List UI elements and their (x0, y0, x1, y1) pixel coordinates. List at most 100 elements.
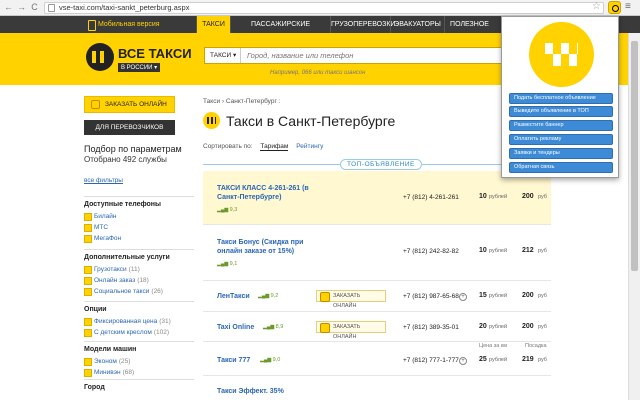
price-boarding: 200 (522, 292, 534, 299)
address-url: vse-taxi.com/taxi-sankt_peterburg.aspx (59, 3, 190, 12)
browser-toolbar: ← → C vse-taxi.com/taxi-sankt_peterburg.… (0, 0, 640, 16)
taxi-name-link[interactable]: ЛенТакси (217, 292, 250, 301)
expand-phone-icon[interactable]: + (459, 293, 467, 301)
back-button[interactable]: ← (3, 2, 14, 13)
phone-number[interactable]: +7 (812) 777-1-777 (403, 357, 459, 364)
page-scrollbar[interactable] (628, 33, 640, 400)
mobile-version-link[interactable]: Мобильная версия (84, 16, 194, 33)
expand-phone-icon[interactable]: + (459, 357, 467, 365)
filter-section-city: Город (84, 379, 194, 394)
filter-megafon[interactable]: МегаФон (84, 233, 194, 244)
rating: 9,2 (258, 293, 279, 299)
popup-feedback-button[interactable]: Обратная связь (509, 162, 613, 173)
order-online-button[interactable]: ЗАКАЗАТЬ ОНЛАЙН (84, 96, 175, 113)
popup-top-ad-button[interactable]: Выведите объявление в ТОП (509, 106, 613, 117)
filter-online-order[interactable]: Онлайн заказ (18) (84, 275, 194, 286)
taxi-name-link[interactable]: Taxi Online (217, 323, 254, 332)
price-unit: руб (538, 293, 547, 299)
price-unit: руб (538, 357, 547, 363)
filter-economy[interactable]: Эконом (25) (84, 356, 194, 367)
nav-cargo[interactable]: ГРУЗОПЕРЕВОЗКИ (330, 16, 395, 33)
order-online-button[interactable]: ЗАКАЗАТЬ ОНЛАЙН (316, 321, 386, 340)
phone-number[interactable]: +7 (812) 242-82-82 (403, 248, 459, 255)
reload-button[interactable]: C (29, 2, 40, 13)
top-ad-badge: ТОП-ОБЪЯВЛЕНИЕ (340, 159, 422, 170)
phone-number[interactable]: +7 (812) 4-261-261 (403, 194, 459, 201)
section-title: Опции (84, 306, 107, 313)
section-title: Город (84, 384, 105, 391)
for-carriers-button[interactable]: ДЛЯ ПЕРЕВОЗЧИКОВ (84, 120, 175, 135)
search-hint: Например, 066 или такси шансон (270, 70, 366, 76)
taxi-logo-icon (529, 22, 594, 87)
popup-banner-button[interactable]: Разместите баннер (509, 120, 613, 131)
breadcrumb[interactable]: Такси › Санкт-Петербург : (203, 98, 280, 105)
page-icon (48, 4, 55, 12)
price-per-km: 10 (479, 247, 487, 254)
address-bar[interactable]: vse-taxi.com/taxi-sankt_peterburg.aspx (44, 2, 604, 14)
taxi-row: ТАКСИ КЛАСС 4-261-261 (в Санкт-Петербург… (203, 171, 551, 225)
filter-section-models: Модели машин Эконом (25) Минивэн (68) (84, 341, 194, 378)
popup-requests-button[interactable]: Заявки и тендеры (509, 148, 613, 159)
filter-social-taxi[interactable]: Социальное такси (26) (84, 286, 194, 297)
boarding-header: Посадка (525, 343, 547, 349)
rating: 9,0 (260, 357, 281, 363)
search-input[interactable] (243, 48, 533, 63)
taxi-name-link[interactable]: ТАКСИ КЛАСС 4-261-261 (в Санкт-Петербург… (217, 184, 317, 202)
phone-number[interactable]: +7 (812) 987-65-68 (403, 293, 459, 300)
taxi-extension-icon[interactable] (608, 1, 621, 14)
search-category-select[interactable]: ТАКСИ ▾ (205, 48, 241, 63)
price-unit: рублей (489, 324, 508, 330)
all-filters-link[interactable]: все фильтры (84, 177, 123, 184)
filter-minivan[interactable]: Минивэн (68) (84, 367, 194, 378)
filter-title: Подбор по параметрам (84, 144, 182, 154)
filter-mts[interactable]: МТС (84, 222, 194, 233)
nav-tow[interactable]: ЭВАКУАТОРЫ (390, 16, 444, 33)
price-per-km: 25 (479, 356, 487, 363)
filter-section-phones: Доступные телефоны Билайн МТС МегаФон (84, 196, 194, 244)
section-title: Доступные телефоны (84, 201, 161, 208)
filter-fixed-price[interactable]: Фиксированная цена (31) (84, 316, 194, 327)
region-selector[interactable]: В РОССИИ ▾ (118, 63, 161, 72)
rating: 9,1 (217, 261, 238, 267)
extension-popup: Подать бесплатное объявление Выведите об… (501, 16, 619, 178)
filter-count: Отобрано 492 службы (84, 155, 167, 164)
taxi-row: ЛенТакси 9,2 ЗАКАЗАТЬ ОНЛАЙН +7 (812) 98… (203, 281, 551, 312)
price-per-km: 10 (479, 193, 487, 200)
forward-button[interactable]: → (16, 2, 27, 13)
sort-by-tariff[interactable]: Тарифам (260, 143, 289, 151)
section-title: Модели машин (84, 346, 137, 353)
filter-cargo-taxi[interactable]: Грузотакси (11) (84, 264, 194, 275)
filter-child-seat[interactable]: С детским креслом (102) (84, 327, 194, 338)
phone-number[interactable]: +7 (812) 389-35-01 (403, 324, 459, 331)
page-title: Такси в Санкт-Петербурге (226, 113, 396, 129)
rating: 8,9 (263, 324, 284, 330)
price-unit: руб (538, 194, 547, 200)
taxi-name-link[interactable]: Такси Эффект. 35% (217, 387, 284, 396)
sort-by-rating[interactable]: Рейтингу (296, 143, 323, 150)
popup-pay-button[interactable]: Оплатить рекламу (509, 134, 613, 145)
scrollbar-thumb[interactable] (631, 41, 638, 271)
nav-taxi[interactable]: ТАКСИ (196, 16, 230, 33)
taxi-logo-icon (203, 112, 220, 129)
nav-passenger[interactable]: ПАССАЖИРСКИЕ ПЕРЕВОЗКИ (230, 16, 330, 45)
price-unit: руб (538, 248, 547, 254)
filter-section-services: Дополнительные услуги Грузотакси (11) Онл… (84, 249, 194, 297)
taxi-name-link[interactable]: Такси 777 (217, 356, 250, 365)
price-boarding: 219 (522, 356, 534, 363)
taxi-row: Такси 777 9,0 +7 (812) 777-1-777 + 25 ру… (203, 350, 551, 376)
nav-useful[interactable]: ПОЛЕЗНОЕ (444, 16, 494, 33)
filter-section-options: Опции Фиксированная цена (31) С детским к… (84, 301, 194, 338)
price-per-km: 20 (479, 323, 487, 330)
order-icon (91, 100, 100, 109)
rating: 9,3 (217, 207, 238, 213)
order-online-button[interactable]: ЗАКАЗАТЬ ОНЛАЙН (316, 290, 386, 309)
filter-beeline[interactable]: Билайн (84, 211, 194, 222)
popup-free-ad-button[interactable]: Подать бесплатное объявление (509, 93, 613, 104)
taxi-row: Такси Эффект. 35% (203, 376, 551, 400)
browser-menu-icon[interactable]: ≡ (625, 1, 631, 12)
logo-icon[interactable] (86, 43, 114, 71)
bookmark-star-icon[interactable]: ☆ (592, 1, 601, 12)
taxi-name-link[interactable]: Такси Бонус (Скидка при онлайн заказе от… (217, 238, 317, 256)
price-boarding: 200 (522, 193, 534, 200)
logo-title[interactable]: ВСЕ ТАКСИ (118, 46, 192, 61)
